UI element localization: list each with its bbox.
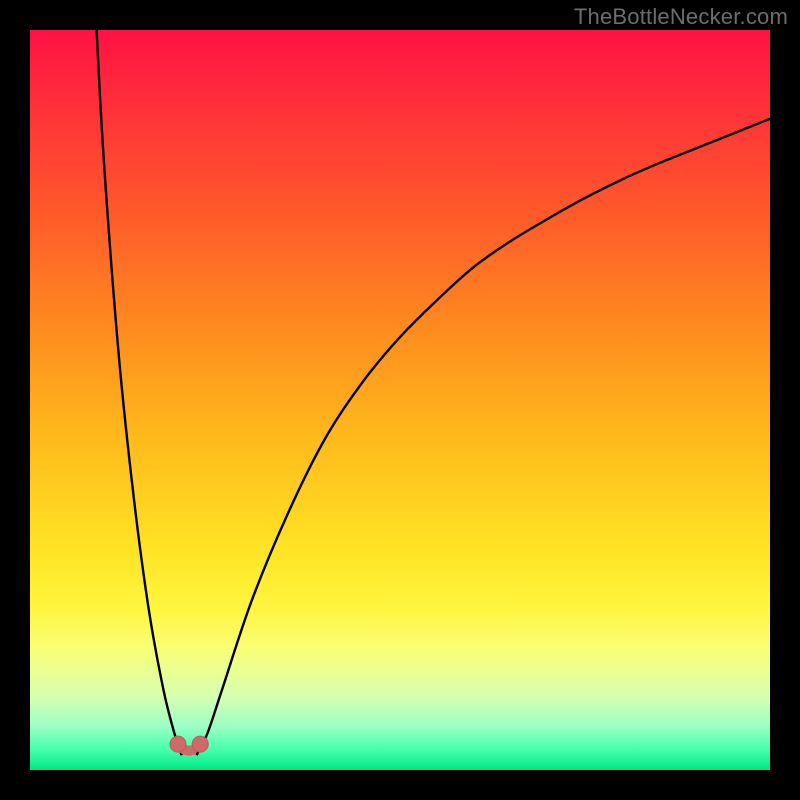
- watermark-text: TheBottleNecker.com: [574, 4, 788, 30]
- outer-frame: TheBottleNecker.com: [0, 0, 800, 800]
- plot-area: [30, 30, 770, 770]
- bottleneck-chart: [30, 30, 770, 770]
- min-marker-0: [170, 736, 186, 752]
- gradient-background: [30, 30, 770, 770]
- min-marker-1: [192, 736, 208, 752]
